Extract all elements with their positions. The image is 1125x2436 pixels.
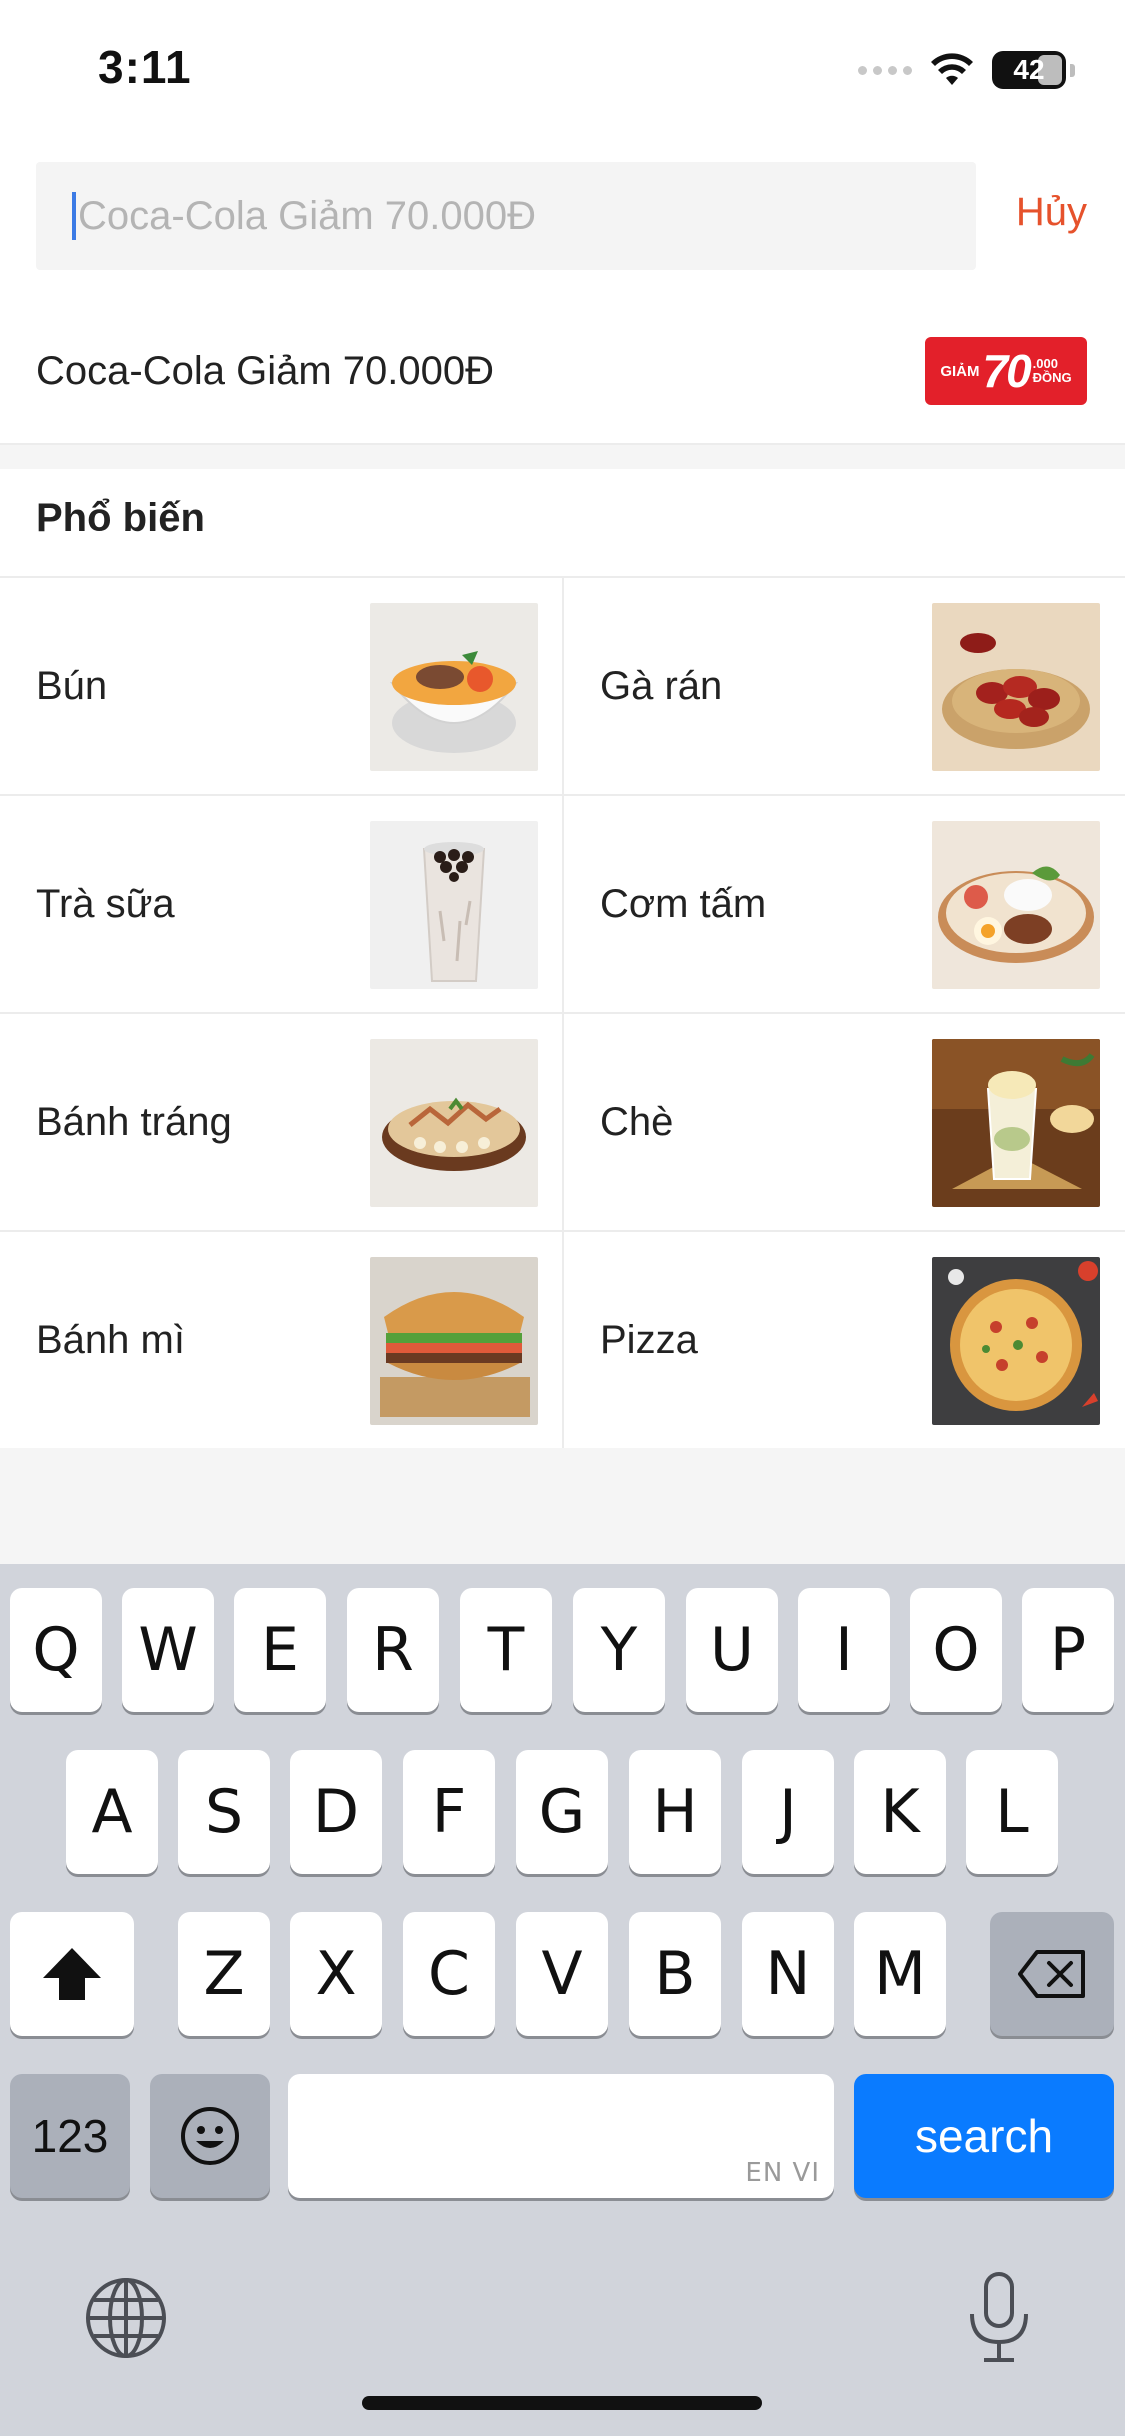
rice-paper-image xyxy=(370,1039,538,1207)
key-q[interactable]: Q xyxy=(10,1588,102,1712)
banh-mi-image xyxy=(370,1257,538,1425)
shift-arrow-icon xyxy=(43,1948,101,2000)
key-r[interactable]: R xyxy=(347,1588,439,1712)
emoji-icon xyxy=(181,2107,239,2165)
category-label: Cơm tấm xyxy=(600,881,767,926)
cancel-button[interactable]: Hủy xyxy=(1016,190,1087,235)
backspace-icon xyxy=(1018,1950,1085,1998)
cellular-signal-icon xyxy=(858,65,912,75)
key-v[interactable]: V xyxy=(516,1912,608,2036)
search-input[interactable]: Coca-Cola Giảm 70.000Đ xyxy=(36,162,976,270)
popular-title: Phổ biến xyxy=(36,496,205,540)
noodle-bowl-image xyxy=(370,603,538,771)
key-e[interactable]: E xyxy=(234,1588,326,1712)
key-m[interactable]: M xyxy=(854,1912,946,2036)
category-com-tam[interactable]: Cơm tấm xyxy=(562,796,1124,1012)
category-che[interactable]: Chè xyxy=(562,1014,1124,1230)
key-z[interactable]: Z xyxy=(178,1912,270,2036)
key-s[interactable]: S xyxy=(178,1750,270,1874)
popular-grid: Bún Gà rán Trà sữa Cơm tấm Bánh tráng Ch… xyxy=(0,576,1125,1450)
key-i[interactable]: I xyxy=(798,1588,890,1712)
search-placeholder: Coca-Cola Giảm 70.000Đ xyxy=(78,193,536,238)
search-row: Coca-Cola Giảm 70.000Đ Hủy xyxy=(0,160,1125,270)
category-label: Chè xyxy=(600,1099,674,1144)
category-label: Bún xyxy=(36,663,108,708)
category-banh-trang[interactable]: Bánh tráng xyxy=(0,1014,562,1230)
badge-amount: 70 xyxy=(982,345,1032,397)
shift-key[interactable] xyxy=(10,1912,134,2036)
search-key[interactable]: search xyxy=(854,2074,1114,2198)
on-screen-keyboard: Q W E R T Y U I O P A S D F G H J K L Z … xyxy=(0,1564,1125,2436)
keyboard-language-hint: EN VI xyxy=(745,2158,820,2188)
category-banh-mi[interactable]: Bánh mì xyxy=(0,1232,562,1448)
space-key[interactable]: EN VI xyxy=(288,2074,834,2198)
category-ga-ran[interactable]: Gà rán xyxy=(562,578,1124,794)
status-time: 3:11 xyxy=(98,41,192,93)
broken-rice-image xyxy=(932,821,1100,989)
category-tra-sua[interactable]: Trà sữa xyxy=(0,796,562,1012)
search-suggestion[interactable]: Coca-Cola Giảm 70.000Đ GIẢM 70 .000 ĐỒNG xyxy=(0,305,1125,445)
key-p[interactable]: P xyxy=(1022,1588,1114,1712)
key-n[interactable]: N xyxy=(742,1912,834,2036)
badge-suffix-bottom: ĐỒNG xyxy=(1032,370,1072,385)
key-y[interactable]: Y xyxy=(573,1588,665,1712)
key-k[interactable]: K xyxy=(854,1750,946,1874)
key-j[interactable]: J xyxy=(742,1750,834,1874)
key-h[interactable]: H xyxy=(629,1750,721,1874)
badge-suffix-top: .000 xyxy=(1032,356,1058,371)
emoji-key[interactable] xyxy=(150,2074,270,2198)
section-divider xyxy=(0,445,1125,469)
key-w[interactable]: W xyxy=(122,1588,214,1712)
grid-row: Bánh mì Pizza xyxy=(0,1232,1125,1450)
numbers-key[interactable]: 123 xyxy=(10,2074,130,2198)
key-x[interactable]: X xyxy=(290,1912,382,2036)
key-g[interactable]: G xyxy=(516,1750,608,1874)
text-caret xyxy=(72,192,76,240)
suggestion-text: Coca-Cola Giảm 70.000Đ xyxy=(36,349,494,393)
category-label: Bánh tráng xyxy=(36,1099,232,1144)
status-icons: 42 xyxy=(858,48,1075,92)
battery-level: 42 xyxy=(1013,54,1045,85)
delete-key[interactable] xyxy=(990,1912,1114,2036)
key-o[interactable]: O xyxy=(910,1588,1002,1712)
category-label: Pizza xyxy=(600,1317,698,1362)
category-pizza[interactable]: Pizza xyxy=(562,1232,1124,1448)
empty-area xyxy=(0,1448,1125,1564)
key-l[interactable]: L xyxy=(966,1750,1058,1874)
key-u[interactable]: U xyxy=(686,1588,778,1712)
key-c[interactable]: C xyxy=(403,1912,495,2036)
wifi-icon xyxy=(931,53,973,85)
category-bun[interactable]: Bún xyxy=(0,578,562,794)
fried-chicken-image xyxy=(932,603,1100,771)
pizza-image xyxy=(932,1257,1100,1425)
milk-tea-image xyxy=(370,821,538,989)
globe-icon[interactable] xyxy=(84,2276,168,2360)
key-a[interactable]: A xyxy=(66,1750,158,1874)
badge-prefix: GIẢM xyxy=(940,362,980,380)
category-label: Trà sữa xyxy=(36,881,175,926)
key-f[interactable]: F xyxy=(403,1750,495,1874)
category-label: Gà rán xyxy=(600,663,723,708)
status-bar: 3:11 42 xyxy=(0,0,1125,140)
battery-icon: 42 xyxy=(992,51,1066,89)
grid-row: Bún Gà rán xyxy=(0,578,1125,796)
home-indicator[interactable] xyxy=(362,2396,762,2410)
che-dessert-image xyxy=(932,1039,1100,1207)
promo-badge-icon: GIẢM 70 .000 ĐỒNG xyxy=(925,337,1087,405)
microphone-icon[interactable] xyxy=(964,2270,1034,2366)
grid-row: Bánh tráng Chè xyxy=(0,1014,1125,1232)
key-b[interactable]: B xyxy=(629,1912,721,2036)
key-t[interactable]: T xyxy=(460,1588,552,1712)
category-label: Bánh mì xyxy=(36,1317,185,1362)
key-d[interactable]: D xyxy=(290,1750,382,1874)
grid-row: Trà sữa Cơm tấm xyxy=(0,796,1125,1014)
